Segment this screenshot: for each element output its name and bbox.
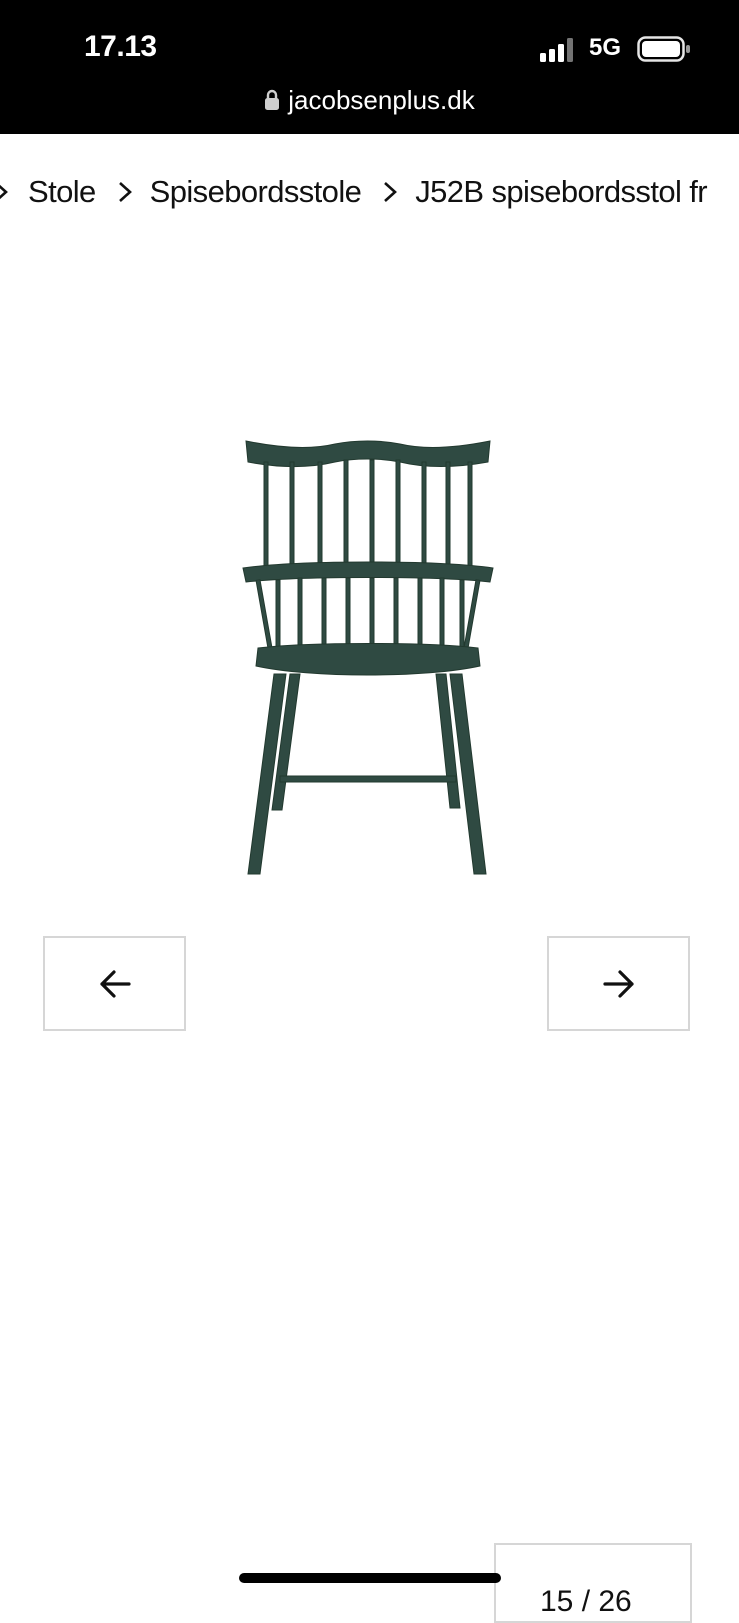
gallery-next-button[interactable]	[547, 936, 690, 1031]
arrow-left-icon	[99, 969, 131, 998]
chevron-right-icon	[118, 182, 132, 202]
clock: 17.13	[84, 30, 157, 63]
gallery-counter-text: 15 / 26	[540, 1585, 632, 1618]
home-indicator[interactable]	[239, 1573, 501, 1583]
arrow-right-icon	[602, 969, 634, 998]
address-bar[interactable]: jacobsenplus.dk	[0, 82, 739, 118]
status-bar: 17.13 5G jacobsenplus.dk	[0, 0, 739, 134]
chevron-right-icon	[384, 182, 398, 202]
url-text: jacobsenplus.dk	[288, 84, 475, 115]
breadcrumb-item-current-product: J52B spisebordsstol fr	[415, 174, 708, 209]
breadcrumb: Stole Spisebordsstole J52B spisebordssto…	[0, 168, 739, 216]
lock-icon	[265, 89, 280, 110]
network-type: 5G	[589, 34, 622, 61]
chevron-right-icon	[0, 184, 8, 200]
breadcrumb-item-spisebordsstole[interactable]: Spisebordsstole	[150, 174, 362, 210]
gallery-counter: 15 / 26	[494, 1543, 692, 1623]
gallery-prev-button[interactable]	[43, 936, 186, 1031]
battery-icon	[637, 36, 690, 62]
breadcrumb-item-stole[interactable]: Stole	[28, 174, 96, 210]
cellular-signal-icon	[540, 38, 573, 62]
product-image-chair[interactable]	[240, 438, 496, 888]
